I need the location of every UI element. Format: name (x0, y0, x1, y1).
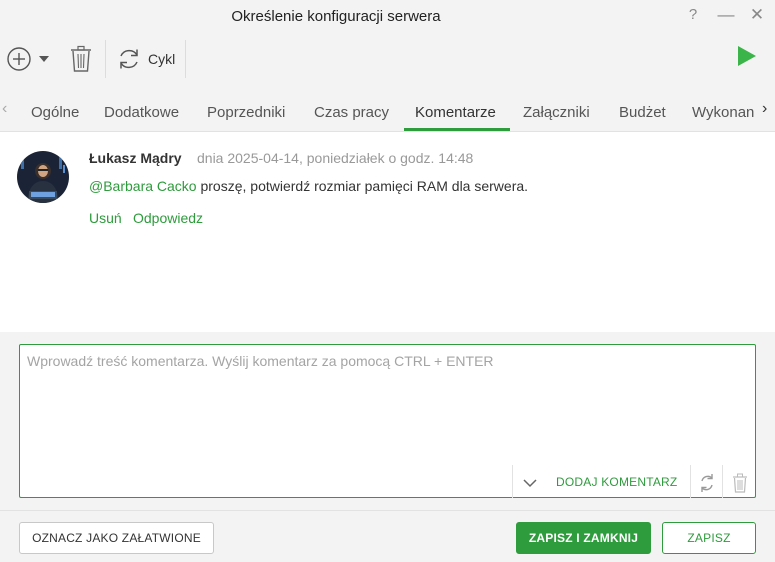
run-button[interactable] (735, 44, 759, 70)
help-button[interactable]: ? (682, 4, 704, 26)
comment-author: Łukasz Mądry (89, 150, 182, 166)
editor-refresh-button[interactable] (697, 472, 717, 494)
caret-down-icon (39, 56, 49, 62)
tab-execution[interactable]: Wykonan (692, 104, 754, 121)
cycle-label: Cykl (148, 51, 176, 67)
close-button[interactable]: ✕ (746, 4, 768, 26)
tab-work-time[interactable]: Czas pracy (314, 104, 389, 121)
comment-list: Łukasz Mądry dnia 2025-04-14, poniedział… (0, 132, 775, 332)
comment-date: dnia 2025-04-14, poniedziałek o godz. 14… (197, 150, 474, 166)
add-circle-icon (7, 47, 31, 71)
comment-body: proszę, potwierdź rozmiar pamięci RAM dl… (196, 178, 529, 194)
mark-resolved-button[interactable]: OZNACZ JAKO ZAŁATWIONE (19, 522, 214, 554)
tabs-scroll-right-icon[interactable]: › (762, 100, 767, 118)
minimize-button[interactable]: — (715, 4, 737, 26)
delete-button[interactable] (68, 44, 94, 74)
window-title: Określenie konfiguracji serwera (231, 8, 441, 25)
tab-bar: ‹ Ogólne Dodatkowe Poprzedniki Czas prac… (0, 90, 775, 132)
avatar (17, 151, 69, 203)
tab-attachments[interactable]: Załączniki (523, 104, 590, 121)
cycle-button[interactable]: Cykl (114, 46, 184, 72)
save-button[interactable]: ZAPISZ (662, 522, 756, 554)
reply-comment-link[interactable]: Odpowiedz (133, 210, 203, 226)
chevron-down-icon (523, 479, 537, 488)
footer-bar: OZNACZ JAKO ZAŁATWIONE ZAPISZ I ZAMKNIJ … (0, 510, 775, 562)
tabs-scroll-left-icon[interactable]: ‹ (2, 100, 7, 118)
delete-comment-link[interactable]: Usuń (89, 210, 122, 226)
active-tab-indicator (404, 128, 510, 131)
comment-mention[interactable]: @Barbara Cacko (89, 178, 197, 194)
title-bar: Określenie konfiguracji serwera ? — ✕ (0, 0, 775, 34)
refresh-icon (120, 49, 138, 69)
tab-additional[interactable]: Dodatkowe (104, 104, 179, 121)
comment-editor: DODAJ KOMENTARZ (19, 344, 756, 498)
toolbar-separator (105, 40, 106, 78)
save-and-close-button[interactable]: ZAPISZ I ZAMKNIJ (516, 522, 651, 554)
comment-editor-area: DODAJ KOMENTARZ (0, 332, 775, 510)
toolbar-separator (185, 40, 186, 78)
tab-predecessors[interactable]: Poprzedniki (207, 104, 285, 121)
tab-general[interactable]: Ogólne (31, 104, 79, 121)
comment-text: @Barbara Cacko proszę, potwierdź rozmiar… (89, 178, 528, 194)
toolbar: Cykl (0, 34, 775, 90)
editor-options-button[interactable] (519, 473, 541, 493)
tab-comments[interactable]: Komentarze (415, 104, 496, 121)
editor-clear-button[interactable] (730, 472, 750, 494)
editor-separator (690, 465, 691, 498)
comment-input[interactable] (20, 345, 755, 463)
editor-separator (722, 465, 723, 498)
play-icon (738, 46, 756, 66)
trash-icon (71, 45, 91, 72)
trash-icon (733, 473, 747, 493)
editor-separator (512, 465, 513, 498)
sync-icon (701, 474, 713, 492)
add-dropdown-button[interactable] (6, 46, 52, 72)
user-avatar-icon (17, 151, 69, 203)
add-comment-button[interactable]: DODAJ KOMENTARZ (556, 475, 677, 489)
tab-budget[interactable]: Budżet (619, 104, 666, 121)
